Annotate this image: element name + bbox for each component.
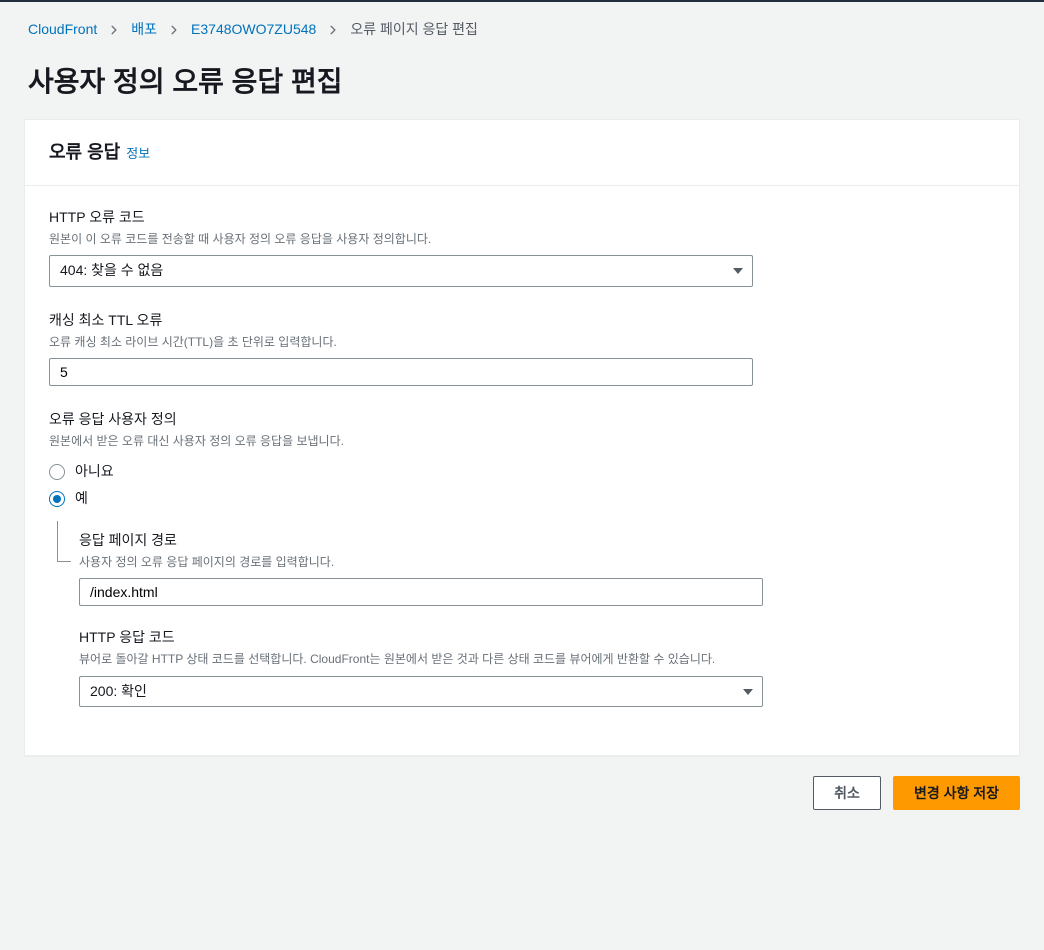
radio-label: 아니요 — [75, 462, 114, 482]
page-title: 사용자 정의 오류 응답 편집 — [0, 48, 1044, 119]
field-response-page-path: 응답 페이지 경로 사용자 정의 오류 응답 페이지의 경로를 입력합니다. — [79, 531, 995, 606]
breadcrumb-current: 오류 페이지 응답 편집 — [350, 20, 478, 40]
http-response-code-select[interactable]: 200: 확인 — [79, 676, 763, 708]
radio-option-yes[interactable]: 예 — [49, 485, 995, 513]
select-value: 200: 확인 — [79, 676, 763, 708]
breadcrumb-distributions[interactable]: 배포 — [131, 20, 157, 40]
error-response-panel: 오류 응답 정보 HTTP 오류 코드 원본이 이 오류 코드를 전송할 때 사… — [24, 119, 1020, 757]
response-page-path-input[interactable] — [79, 578, 763, 606]
field-customize-response: 오류 응답 사용자 정의 원본에서 받은 오류 대신 사용자 정의 오류 응답을… — [49, 410, 995, 707]
chevron-right-icon — [328, 25, 338, 35]
field-desc: 뷰어로 돌아갈 HTTP 상태 코드를 선택합니다. CloudFront는 원… — [79, 651, 995, 668]
radio-label: 예 — [75, 489, 88, 509]
button-row: 취소 변경 사항 저장 — [0, 756, 1044, 822]
field-desc: 원본이 이 오류 코드를 전송할 때 사용자 정의 오류 응답을 사용자 정의합… — [49, 231, 995, 248]
radio-icon — [49, 464, 65, 480]
field-http-error-code: HTTP 오류 코드 원본이 이 오류 코드를 전송할 때 사용자 정의 오류 … — [49, 208, 995, 287]
breadcrumb: CloudFront 배포 E3748OWO7ZU548 오류 페이지 응답 편… — [0, 2, 1044, 48]
panel-header: 오류 응답 정보 — [25, 120, 1019, 186]
save-button[interactable]: 변경 사항 저장 — [893, 776, 1020, 810]
field-desc: 사용자 정의 오류 응답 페이지의 경로를 입력합니다. — [79, 554, 995, 571]
radio-option-no[interactable]: 아니요 — [49, 458, 995, 486]
chevron-right-icon — [109, 25, 119, 35]
field-cache-min-ttl: 캐싱 최소 TTL 오류 오류 캐싱 최소 라이브 시간(TTL)을 초 단위로… — [49, 311, 995, 386]
select-value: 404: 찾을 수 없음 — [49, 255, 753, 287]
cancel-button[interactable]: 취소 — [813, 776, 881, 810]
cache-min-ttl-input[interactable] — [49, 358, 753, 386]
field-desc: 원본에서 받은 오류 대신 사용자 정의 오류 응답을 보냅니다. — [49, 433, 995, 450]
chevron-right-icon — [169, 25, 179, 35]
field-label: HTTP 응답 코드 — [79, 628, 995, 648]
breadcrumb-cloudfront[interactable]: CloudFront — [28, 20, 97, 40]
info-link[interactable]: 정보 — [126, 145, 150, 163]
field-label: HTTP 오류 코드 — [49, 208, 995, 228]
radio-icon — [49, 491, 65, 507]
http-error-code-select[interactable]: 404: 찾을 수 없음 — [49, 255, 753, 287]
breadcrumb-distribution-id[interactable]: E3748OWO7ZU548 — [191, 20, 316, 40]
panel-title: 오류 응답 — [49, 140, 120, 165]
field-label: 응답 페이지 경로 — [79, 531, 995, 551]
field-label: 캐싱 최소 TTL 오류 — [49, 311, 995, 331]
field-http-response-code: HTTP 응답 코드 뷰어로 돌아갈 HTTP 상태 코드를 선택합니다. Cl… — [79, 628, 995, 707]
field-desc: 오류 캐싱 최소 라이브 시간(TTL)을 초 단위로 입력합니다. — [49, 334, 995, 351]
field-label: 오류 응답 사용자 정의 — [49, 410, 995, 430]
